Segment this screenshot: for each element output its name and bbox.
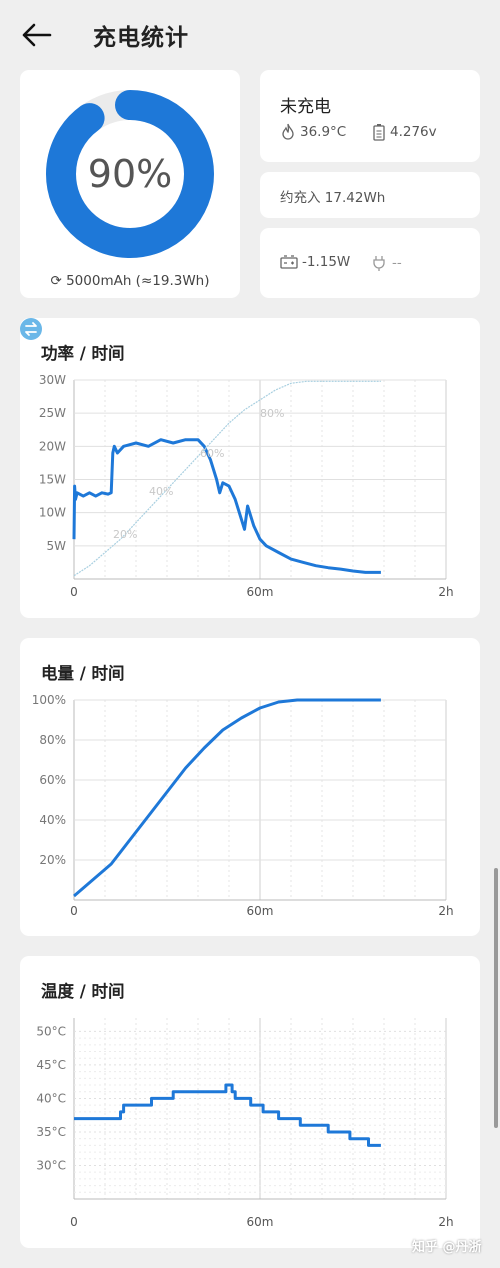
- y-tick-label: 5W: [47, 539, 67, 553]
- x-tick-label: 0: [70, 1215, 78, 1229]
- voltage-value: 4.276v: [390, 124, 437, 140]
- y-tick-label: 40°C: [36, 1091, 66, 1105]
- arrow-left-icon[interactable]: [20, 20, 54, 50]
- plug-icon: [373, 256, 385, 271]
- temperature-value: 36.9°C: [300, 124, 347, 140]
- percent-annotation: 40%: [149, 485, 173, 498]
- y-tick-label: 35°C: [36, 1125, 66, 1139]
- charger-meta: --: [370, 254, 402, 272]
- y-tick-label: 45°C: [36, 1058, 66, 1072]
- x-tick-label: 2h: [438, 585, 453, 599]
- y-tick-label: 80%: [39, 733, 66, 747]
- battery-icon: [373, 124, 385, 141]
- x-tick-label: 60m: [247, 585, 274, 599]
- temperature-chart: 50°C 45°C 40°C 35°C 30°C 0 60m 2h: [36, 1018, 454, 1229]
- battery-level-series-line: [73, 380, 381, 577]
- x-tick-label: 0: [70, 904, 78, 918]
- temperature-chart-card: 温度 / 时间 50°C 45°C 40°C 35°C 30°C 0 60m 2h: [20, 956, 480, 1248]
- battery-chart-card: 电量 / 时间 100% 80% 60% 40% 20% 0 60m 2h: [20, 638, 480, 936]
- battery-current-icon: [280, 255, 298, 269]
- y-tick-label: 10W: [39, 506, 66, 520]
- header: 充电统计: [0, 0, 500, 70]
- x-tick-label: 2h: [438, 1215, 453, 1229]
- series-line: [72, 438, 381, 574]
- power-chart-card: 功率 / 时间 30W 25W 20W 15W 10W 5W 0 60m 2h 20% 40% 60%…: [20, 318, 480, 618]
- series-line: [73, 698, 381, 898]
- percent-annotation: 80%: [260, 407, 284, 420]
- x-tick-label: 0: [70, 585, 78, 599]
- y-tick-label: 25W: [39, 406, 66, 420]
- x-tick-label: 60m: [247, 904, 274, 918]
- battery-capacity-text: 5000mAh (≈19.3Wh): [66, 273, 210, 289]
- power-chart: 30W 25W 20W 15W 10W 5W 0 60m 2h 20% 40% 60% 80%: [39, 373, 454, 599]
- y-tick-label: 100%: [32, 693, 66, 707]
- status-card: 未充电 36.9°C 4.276v: [260, 70, 480, 162]
- voltage-meta: 4.276v: [372, 123, 437, 141]
- temperature-meta: 36.9°C: [280, 123, 346, 141]
- watermark: 知乎 @丹浙: [412, 1240, 482, 1255]
- scrollbar[interactable]: [494, 868, 498, 1128]
- series-line: [74, 1083, 381, 1147]
- flame-icon: [282, 123, 294, 140]
- y-tick-label: 20%: [39, 853, 66, 867]
- y-tick-label: 40%: [39, 813, 66, 827]
- page-title: 充电统计: [93, 25, 189, 51]
- y-tick-label: 20W: [39, 439, 66, 453]
- y-tick-label: 50°C: [36, 1024, 66, 1038]
- power-meta: -1.15W: [280, 254, 350, 270]
- percent-annotation: 60%: [200, 447, 224, 460]
- estimate-text: 约充入 17.42Wh: [280, 190, 386, 206]
- y-tick-label: 30°C: [36, 1158, 66, 1172]
- power-card: -1.15W --: [260, 228, 480, 298]
- y-tick-label: 60%: [39, 773, 66, 787]
- charging-status: 未充电: [280, 97, 331, 117]
- battery-level-card: 90% ⟳ 5000mAh (≈19.3Wh): [20, 70, 240, 298]
- power-value: -1.15W: [302, 254, 351, 270]
- y-tick-label: 15W: [39, 473, 66, 487]
- x-tick-label: 60m: [247, 1215, 274, 1229]
- battery-capacity: ⟳ 5000mAh (≈19.3Wh): [20, 273, 240, 289]
- y-tick-label: 30W: [39, 373, 66, 387]
- battery-percent: 90%: [87, 152, 173, 196]
- charger-value: --: [392, 255, 402, 271]
- x-tick-label: 2h: [438, 904, 453, 918]
- battery-capacity-icon: ⟳: [50, 273, 62, 289]
- estimate-card: 约充入 17.42Wh: [260, 172, 480, 218]
- battery-chart: 100% 80% 60% 40% 20% 0 60m 2h: [32, 693, 454, 918]
- percent-annotation: 20%: [113, 528, 137, 541]
